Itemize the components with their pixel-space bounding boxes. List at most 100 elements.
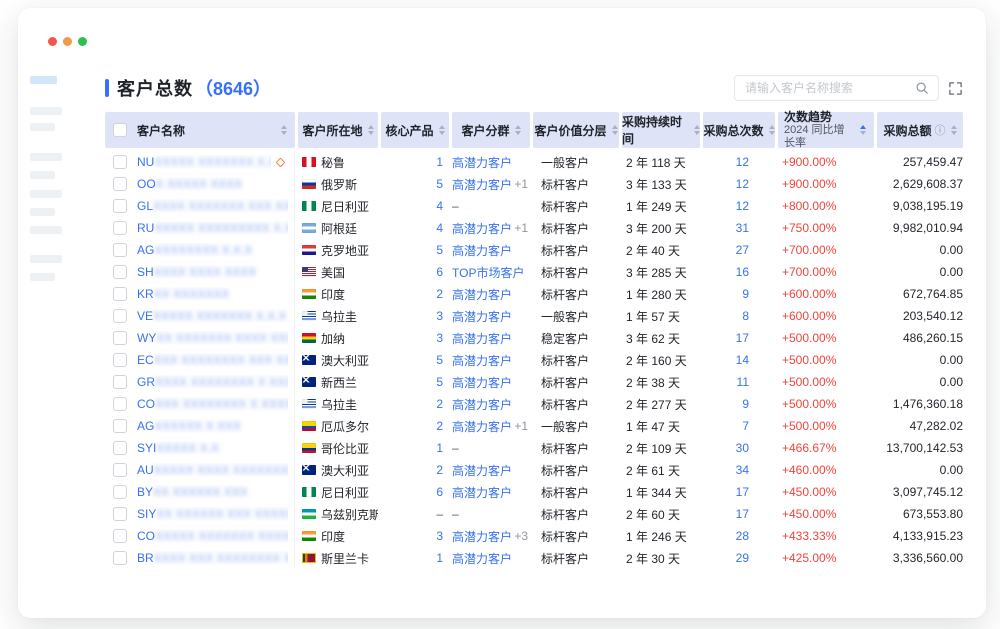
sort-icon[interactable] <box>368 125 374 135</box>
row-checkbox[interactable] <box>113 551 127 565</box>
customer-name-link[interactable]: BYXX XXXXXX XXX <box>137 485 288 499</box>
customer-name-link[interactable]: AGXXXXXX X XXX <box>137 419 288 433</box>
customer-name-link[interactable]: GRXXXX XXXXXXXX X XXXXX <box>137 375 288 389</box>
customer-name-link[interactable]: AUXXXXX XXXX XXXXXXXXX P... <box>137 463 288 477</box>
customer-name-cell[interactable]: COXXX XXXXXXXX X XXXX R... <box>105 393 295 415</box>
customer-name-cell[interactable]: BYXX XXXXXX XXX <box>105 481 295 503</box>
sidebar-item-active[interactable] <box>30 76 57 84</box>
sidebar-item[interactable] <box>30 255 62 263</box>
row-checkbox[interactable] <box>113 419 127 433</box>
column-header-count-trend[interactable]: 次数趋势2024 同比增长率 <box>778 112 874 148</box>
core-products-cell[interactable]: 2 <box>381 463 449 477</box>
row-checkbox[interactable] <box>113 529 127 543</box>
sort-icon[interactable] <box>951 125 957 135</box>
customer-name-cell[interactable]: VEXXXXX XXXXXXX X.X.X <box>105 305 295 327</box>
core-products-cell[interactable]: 5 <box>381 353 449 367</box>
sidebar-item[interactable] <box>30 107 62 115</box>
row-checkbox[interactable] <box>113 199 127 213</box>
column-header-customer-name[interactable]: 客户名称 <box>105 112 295 148</box>
purchase-count-cell[interactable]: 11 <box>703 375 775 389</box>
purchase-count-cell[interactable]: 27 <box>703 243 775 257</box>
customer-name-link[interactable]: SHXXXX XXXX XXXX <box>137 265 288 279</box>
purchase-count-cell[interactable]: 29 <box>703 551 775 565</box>
customer-name-cell[interactable]: SHXXXX XXXX XXXX <box>105 261 295 283</box>
sort-icon[interactable] <box>515 125 521 135</box>
expand-fullscreen-icon[interactable] <box>947 80 963 96</box>
row-checkbox[interactable] <box>113 353 127 367</box>
row-checkbox[interactable] <box>113 441 127 455</box>
sidebar-item[interactable] <box>30 190 62 198</box>
column-header-purchase-amount[interactable]: 采购总额ⓘ <box>877 112 963 148</box>
sidebar-item[interactable] <box>30 226 62 234</box>
customer-name-link[interactable]: SYIXXXXX X.X <box>137 441 288 455</box>
core-products-cell[interactable]: 5 <box>381 177 449 191</box>
purchase-count-cell[interactable]: 28 <box>703 529 775 543</box>
row-checkbox[interactable] <box>113 287 127 301</box>
core-products-cell[interactable]: 1 <box>381 155 449 169</box>
customer-name-link[interactable]: NUXXXXX XXXXXXX X.X.X <box>137 155 271 169</box>
purchase-count-cell[interactable]: 8 <box>703 309 775 323</box>
customer-name-link[interactable]: OOX XXXXX XXXX <box>137 177 288 191</box>
sidebar-item[interactable] <box>30 123 55 131</box>
purchase-count-cell[interactable]: 31 <box>703 221 775 235</box>
customer-name-cell[interactable]: SIYXX XXXXXX XXX XXXXX X... <box>105 503 295 525</box>
customer-name-link[interactable]: BRXXXX XXX XXXXXXXX XX LTD <box>137 551 288 565</box>
column-header-customer-segment[interactable]: 客户分群 <box>452 112 530 148</box>
customer-name-link[interactable]: SIYXX XXXXXX XXX XXXXX X... <box>137 507 288 521</box>
customer-name-link[interactable]: WYXX XXXXXXX XXXX XXXXU... <box>137 331 288 345</box>
sort-icon[interactable] <box>694 125 700 135</box>
core-products-cell[interactable]: 1 <box>381 441 449 455</box>
search-input[interactable] <box>745 81 914 95</box>
core-products-cell[interactable]: 4 <box>381 199 449 213</box>
purchase-count-cell[interactable]: 7 <box>703 419 775 433</box>
core-products-cell[interactable]: 3 <box>381 529 449 543</box>
customer-name-link[interactable]: GLXXXX XXXXXXX XXX XXXXXCA... <box>137 199 288 213</box>
sidebar-item[interactable] <box>30 273 55 281</box>
select-all-checkbox[interactable] <box>113 123 127 137</box>
customer-name-cell[interactable]: WYXX XXXXXXX XXXX XXXXU... <box>105 327 295 349</box>
row-checkbox[interactable] <box>113 375 127 389</box>
customer-name-cell[interactable]: ECXXX XXXXXXXX XXX XXXXXXX <box>105 349 295 371</box>
customer-name-cell[interactable]: AGXXXXXXXX X.X.X <box>105 239 295 261</box>
column-header-purchase-duration[interactable]: 采购持续时间 <box>622 112 700 148</box>
core-products-cell[interactable]: 4 <box>381 221 449 235</box>
core-products-cell[interactable]: 2 <box>381 287 449 301</box>
purchase-count-cell[interactable]: 30 <box>703 441 775 455</box>
purchase-count-cell[interactable]: 16 <box>703 265 775 279</box>
row-checkbox[interactable] <box>113 243 127 257</box>
column-header-customer-value-tier[interactable]: 客户价值分层 <box>533 112 619 148</box>
row-checkbox[interactable] <box>113 485 127 499</box>
customer-name-link[interactable]: COXXX XXXXXXXX X XXXX R... <box>137 397 288 411</box>
customer-name-link[interactable]: VEXXXXX XXXXXXX X.X.X <box>137 309 288 323</box>
customer-name-cell[interactable]: BRXXXX XXX XXXXXXXX XX LTD <box>105 547 295 569</box>
column-header-customer-location[interactable]: 客户所在地 <box>298 112 378 148</box>
sort-icon[interactable] <box>612 125 618 135</box>
column-header-core-products[interactable]: 核心产品 <box>381 112 449 148</box>
column-header-purchase-count[interactable]: 采购总次数 <box>703 112 775 148</box>
sidebar-item[interactable] <box>30 208 55 216</box>
customer-name-cell[interactable]: SYIXXXXX X.X <box>105 437 295 459</box>
sort-icon[interactable] <box>769 125 775 135</box>
purchase-count-cell[interactable]: 17 <box>703 507 775 521</box>
customer-name-link[interactable]: RUXXXXX XXXXXXXXX X.X <box>137 221 288 235</box>
purchase-count-cell[interactable]: 9 <box>703 287 775 301</box>
customer-name-link[interactable]: ECXXX XXXXXXXX XXX XXXXXXX <box>137 353 288 367</box>
row-checkbox[interactable] <box>113 309 127 323</box>
purchase-count-cell[interactable]: 12 <box>703 199 775 213</box>
row-checkbox[interactable] <box>113 397 127 411</box>
row-checkbox[interactable] <box>113 221 127 235</box>
purchase-count-cell[interactable]: 17 <box>703 485 775 499</box>
purchase-count-cell[interactable]: 12 <box>703 155 775 169</box>
customer-name-cell[interactable]: GLXXXX XXXXXXX XXX XXXXXCA... <box>105 195 295 217</box>
search-icon[interactable] <box>914 80 930 96</box>
purchase-count-cell[interactable]: 9 <box>703 397 775 411</box>
customer-name-cell[interactable]: COXXXXX XXXXXXX XXXXX E ... <box>105 525 295 547</box>
core-products-cell[interactable]: 3 <box>381 309 449 323</box>
core-products-cell[interactable]: 6 <box>381 265 449 279</box>
customer-name-cell[interactable]: NUXXXXX XXXXXXX X.X.X <box>105 151 295 173</box>
customer-name-cell[interactable]: GRXXXX XXXXXXXX X XXXXX <box>105 371 295 393</box>
core-products-cell[interactable]: 3 <box>381 331 449 345</box>
core-products-cell[interactable]: 1 <box>381 551 449 565</box>
sort-icon[interactable] <box>860 125 866 135</box>
purchase-count-cell[interactable]: 17 <box>703 331 775 345</box>
